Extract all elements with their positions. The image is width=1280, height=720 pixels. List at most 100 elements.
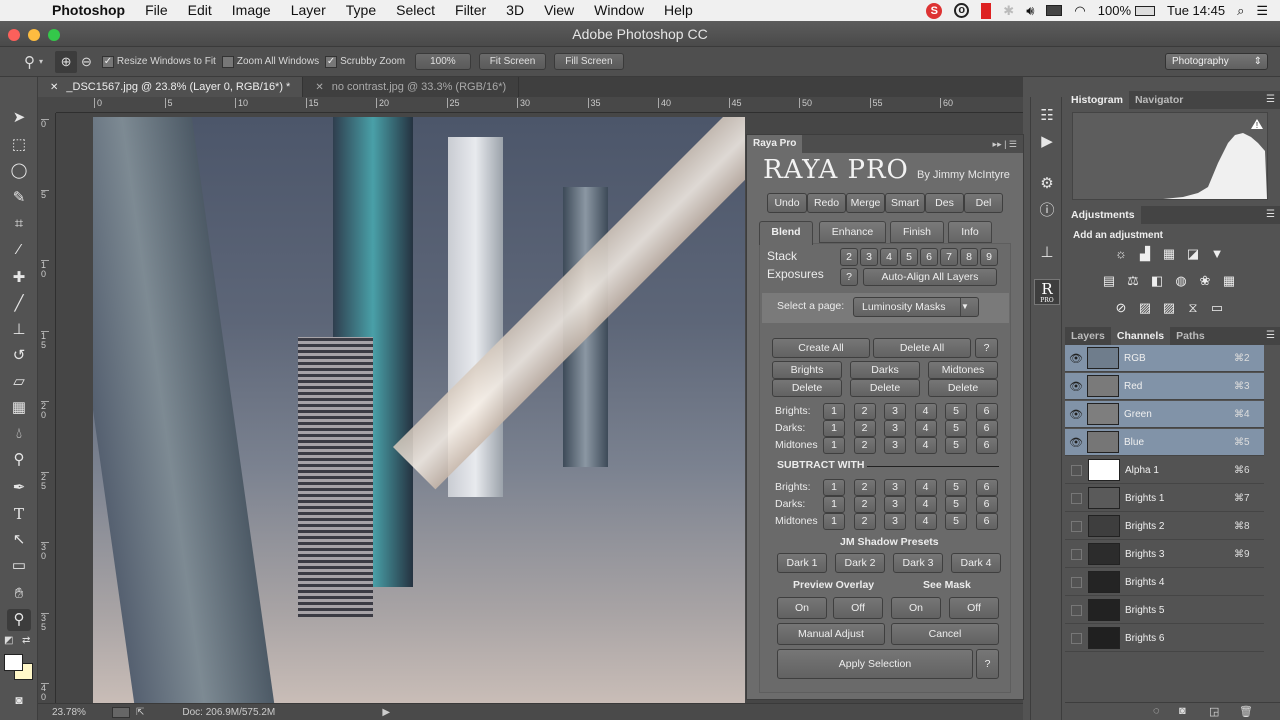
menu-window[interactable]: Window (594, 0, 644, 21)
stack-help-button[interactable]: ? (840, 268, 858, 286)
stack-6-button[interactable]: 6 (920, 248, 938, 266)
menu-type[interactable]: Type (346, 0, 376, 21)
menu-edit[interactable]: Edit (188, 0, 212, 21)
midtones-button[interactable]: Midtones (928, 361, 998, 379)
subtract-midtones-6-button[interactable]: 6 (975, 513, 998, 530)
history-brush-tool-icon[interactable]: ↺ (7, 345, 31, 367)
zoom-all-windows-checkbox[interactable]: Zoom All Windows (221, 55, 319, 68)
desaturate-button[interactable]: Des (925, 193, 964, 213)
bluetooth-icon[interactable]: ✱ (1003, 3, 1014, 19)
create-all-button[interactable]: Create All (772, 338, 870, 358)
visibility-toggle[interactable] (1071, 576, 1082, 588)
eye-icon[interactable]: 👁︎ (1065, 352, 1087, 365)
apply-help-button[interactable]: ? (976, 649, 999, 679)
subtract-darks-1-button[interactable]: 1 (823, 496, 845, 513)
zoom-tool-icon[interactable]: ⚲ (7, 609, 31, 631)
darks-button[interactable]: Darks (850, 361, 920, 379)
close-tab-icon[interactable]: ✕ (315, 82, 323, 93)
invert-icon[interactable]: ⊘ (1113, 301, 1129, 315)
mask-darks-5-button[interactable]: 5 (945, 420, 967, 437)
mask-darks-6-button[interactable]: 6 (975, 420, 998, 437)
tab-histogram[interactable]: Histogram (1065, 91, 1129, 109)
raya-pro-tab[interactable]: Raya Pro (747, 135, 803, 153)
battery-icon[interactable] (1135, 5, 1155, 16)
save-selection-icon[interactable]: ◙ (1179, 705, 1186, 717)
sync-icon[interactable]: o (954, 3, 970, 18)
cancel-button[interactable]: Cancel (891, 623, 999, 645)
tab-finish[interactable]: Finish (890, 221, 944, 243)
tab-layers[interactable]: Layers (1065, 327, 1111, 345)
subtract-brights-2-button[interactable]: 2 (853, 479, 876, 496)
visibility-toggle[interactable] (1071, 520, 1082, 532)
menu-image[interactable]: Image (232, 0, 271, 21)
photo-dubai-skyline[interactable] (93, 117, 745, 703)
channel-row-blue[interactable]: 👁︎ Blue ⌘5 (1065, 429, 1264, 456)
channel-row-brights-1[interactable]: Brights 1 ⌘7 (1065, 485, 1264, 512)
mask-brights-5-button[interactable]: 5 (945, 403, 967, 420)
menu-view[interactable]: View (544, 0, 574, 21)
hand-tool-icon[interactable]: ✋︎ (7, 583, 31, 605)
see-mask-on-button[interactable]: On (891, 597, 941, 619)
swap-colors-icon[interactable]: ⇄ (22, 635, 30, 646)
panel-menu-icon[interactable]: ☰ (1266, 94, 1275, 105)
apply-selection-button[interactable]: Apply Selection (777, 649, 973, 679)
mask-midtones-3-button[interactable]: 3 (884, 437, 906, 454)
tab-enhance[interactable]: Enhance (819, 221, 886, 243)
healing-brush-tool-icon[interactable]: ✚ (7, 267, 31, 289)
mask-brights-2-button[interactable]: 2 (853, 403, 876, 420)
mask-midtones-6-button[interactable]: 6 (975, 437, 998, 454)
help-button[interactable]: ? (975, 338, 998, 358)
vibrance-icon[interactable]: ▼ (1209, 247, 1225, 261)
subtract-darks-2-button[interactable]: 2 (853, 496, 876, 513)
quick-mask-icon[interactable]: ◙ (7, 689, 31, 711)
dark-4-button[interactable]: Dark 4 (951, 553, 1001, 573)
black-white-icon[interactable]: ◧ (1149, 274, 1165, 288)
path-selection-tool-icon[interactable]: ↖ (7, 529, 31, 551)
fill-screen-button[interactable]: Fill Screen (554, 53, 624, 70)
redo-button[interactable]: Redo (807, 193, 846, 213)
close-window-button[interactable] (8, 29, 20, 41)
eraser-tool-icon[interactable]: ▱ (7, 371, 31, 393)
delete-button[interactable]: Del (964, 193, 1003, 213)
hue-saturation-icon[interactable]: ▤ (1101, 274, 1117, 288)
auto-align-button[interactable]: Auto-Align All Layers (863, 268, 997, 286)
clock[interactable]: Tue 14:45 (1167, 3, 1225, 18)
posterize-icon[interactable]: ▨ (1137, 301, 1153, 315)
mask-midtones-1-button[interactable]: 1 (823, 437, 845, 454)
zoom-100-button[interactable]: 100% (415, 53, 471, 70)
blur-tool-icon[interactable]: 💧︎ (7, 423, 31, 445)
mask-brights-1-button[interactable]: 1 (823, 403, 845, 420)
delete-all-button[interactable]: Delete All (873, 338, 971, 358)
info-icon[interactable]: ⓘ (1035, 200, 1059, 222)
pen-tool-icon[interactable]: ✒ (7, 477, 31, 499)
visibility-toggle[interactable] (1071, 548, 1082, 560)
mask-midtones-4-button[interactable]: 4 (914, 437, 937, 454)
zoom-level[interactable]: 23.78% (52, 707, 102, 718)
levels-icon[interactable]: ▟ (1137, 247, 1153, 261)
subtract-midtones-2-button[interactable]: 2 (853, 513, 876, 530)
subtract-brights-4-button[interactable]: 4 (914, 479, 937, 496)
crop-tool-icon[interactable]: ⌗ (7, 213, 31, 235)
smart-button[interactable]: Smart (885, 193, 925, 213)
channel-row-red[interactable]: 👁︎ Red ⌘3 (1065, 373, 1264, 400)
zoom-out-icon[interactable]: ⊖ (81, 54, 92, 70)
zoom-in-icon[interactable]: ⊕ (55, 50, 78, 73)
dark-3-button[interactable]: Dark 3 (893, 553, 943, 573)
channel-row-alpha-1[interactable]: Alpha 1 ⌘6 (1065, 457, 1264, 484)
chevron-down-icon[interactable]: ▾ (39, 57, 43, 66)
history-icon[interactable]: ☷ (1035, 105, 1059, 127)
scrubby-zoom-checkbox[interactable]: ✓ Scrubby Zoom (325, 55, 405, 68)
lasso-tool-icon[interactable]: ◯ (7, 160, 31, 182)
mask-midtones-2-button[interactable]: 2 (853, 437, 876, 454)
subtract-midtones-1-button[interactable]: 1 (823, 513, 845, 530)
subtract-darks-4-button[interactable]: 4 (914, 496, 937, 513)
subtract-brights-5-button[interactable]: 5 (945, 479, 967, 496)
stack-5-button[interactable]: 5 (900, 248, 918, 266)
display-icon[interactable] (1046, 5, 1063, 16)
marquee-tool-icon[interactable]: ⬚ (7, 134, 31, 156)
default-colors-icon[interactable]: ◩ (4, 635, 13, 646)
channel-mixer-icon[interactable]: ❀ (1197, 274, 1213, 288)
tab-navigator[interactable]: Navigator (1129, 91, 1189, 109)
preview-overlay-off-button[interactable]: Off (833, 597, 883, 619)
close-tab-icon[interactable]: ✕ (50, 82, 58, 93)
